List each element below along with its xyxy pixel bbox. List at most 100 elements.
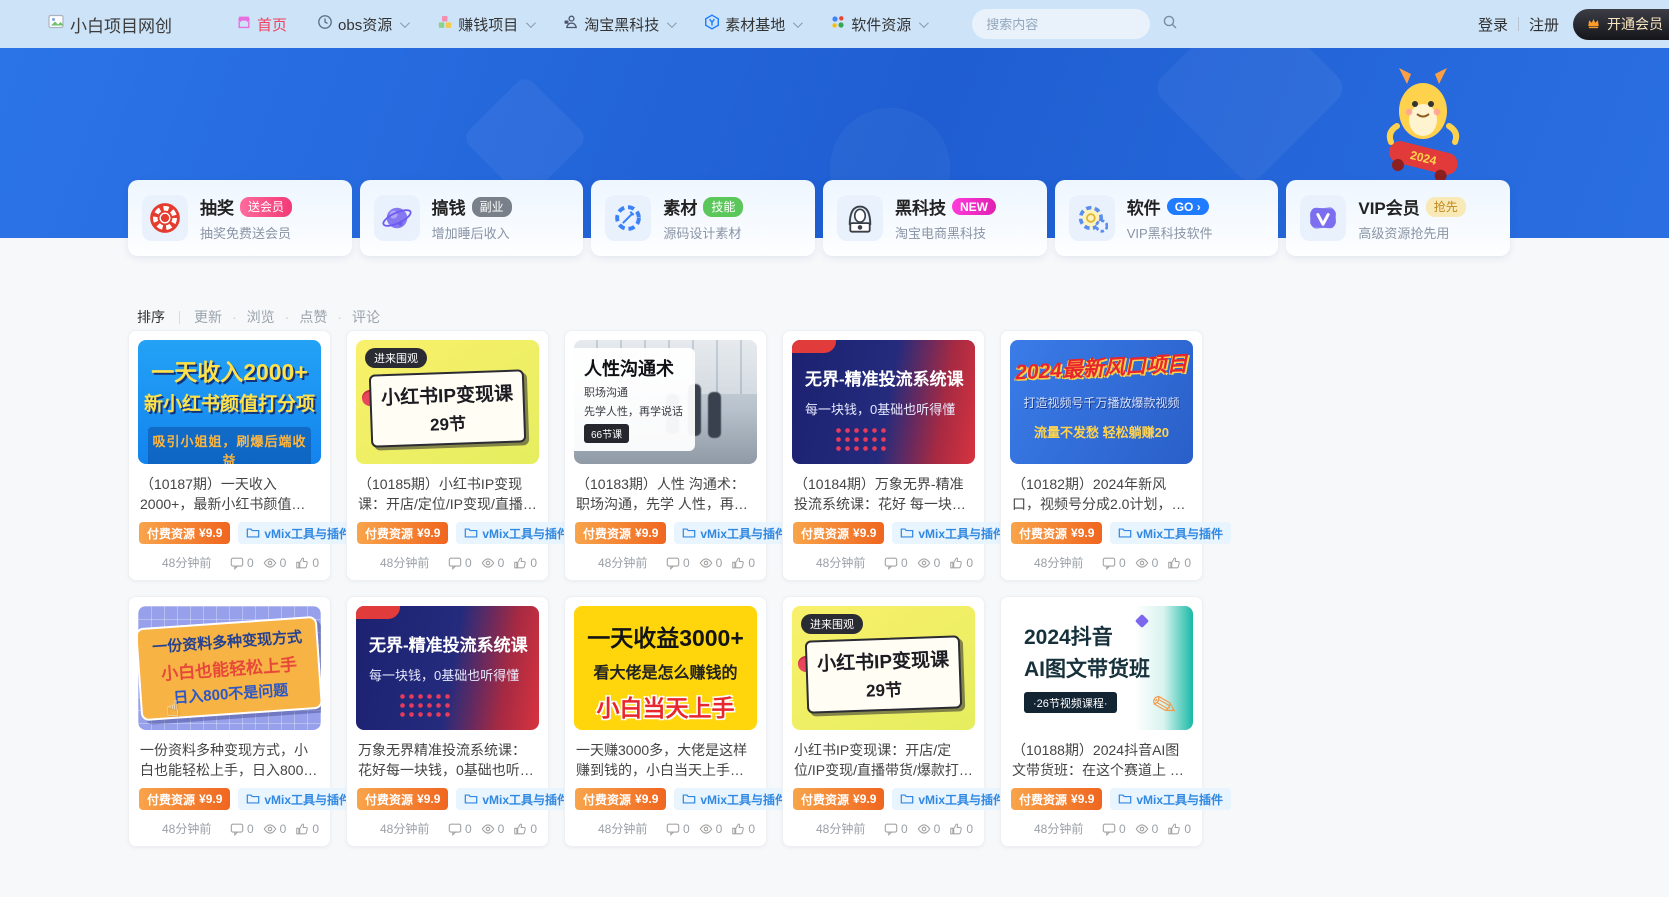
- project-title[interactable]: 小红书IP变现课：开店/定位/IP变现/直播带货/爆款打造/涨价…: [794, 740, 973, 780]
- dots-decoration: [834, 426, 890, 451]
- project-card[interactable]: 2024抖音 AI图文带货班 ·26节视频课程· ✎ （10188期）2024抖…: [1000, 596, 1203, 847]
- category-tag[interactable]: vMix工具与插件: [238, 788, 359, 810]
- category-tag[interactable]: vMix工具与插件: [1110, 788, 1231, 810]
- project-card[interactable]: 2024最新风口项目 打造视频号千万播放爆款视频 流量不发愁 轻松躺赚20 （1…: [1000, 330, 1203, 581]
- comment-count: 0: [884, 822, 908, 836]
- price-tag[interactable]: 付费资源¥9.9: [793, 788, 884, 810]
- sort-label: 排序: [137, 307, 165, 327]
- price-tag[interactable]: 付费资源¥9.9: [1011, 788, 1102, 810]
- category-tag[interactable]: vMix工具与插件: [456, 788, 577, 810]
- project-title[interactable]: （10184期）万象无界-精准投流系统课：花好 每一块钱，0…: [794, 474, 973, 514]
- nav-item-money-projects[interactable]: 赚钱项目: [437, 14, 533, 35]
- search-input[interactable]: [986, 17, 1162, 32]
- like-count[interactable]: 0: [949, 822, 973, 836]
- category-tag[interactable]: vMix工具与插件: [456, 522, 577, 544]
- project-card[interactable]: 无界-精准投流系统课 每一块钱，0基础也听得懂 （10184期）万象无界-精准投…: [782, 330, 985, 581]
- project-title[interactable]: （10185期）小红书IP变现课：开店/定位/IP变现/直播带货/…: [358, 474, 537, 514]
- nav-item-software[interactable]: 软件资源: [830, 14, 926, 35]
- project-title[interactable]: （10182期）2024年新风口，视频号分成2.0计划，多种玩…: [1012, 474, 1191, 514]
- price-tag[interactable]: 付费资源¥9.9: [139, 522, 230, 544]
- nav-item-home[interactable]: 首页: [236, 14, 287, 35]
- project-title[interactable]: （10188期）2024抖音AI图文带货班：在这个赛道上 乘风破…: [1012, 740, 1191, 780]
- storefront-icon: [236, 14, 252, 34]
- project-title[interactable]: 一天赚3000多，大佬是这样赚到钱的，小白当天上手，穷人…: [576, 740, 755, 780]
- search-icon[interactable]: [1162, 14, 1178, 35]
- category-tag[interactable]: vMix工具与插件: [238, 522, 359, 544]
- project-grid: 一天收入2000+ 新小红书颜值打分项 吸引小姐姐，刷爆后端收益 （10187期…: [128, 330, 1203, 847]
- eye-icon: [917, 556, 931, 570]
- project-thumbnail[interactable]: 一份资料多种变现方式 小白也能轻松上手 日入800不是问题 ☝: [138, 606, 321, 730]
- register-link[interactable]: 注册: [1529, 14, 1559, 35]
- price-tag[interactable]: 付费资源¥9.9: [357, 522, 448, 544]
- lottery-wheel-icon: [142, 195, 188, 241]
- project-card[interactable]: 一天收入2000+ 新小红书颜值打分项 吸引小姐姐，刷爆后端收益 （10187期…: [128, 330, 331, 581]
- feature-row: 抽奖送会员 抽奖免费送会员 搞钱副业 增加睡后收入 素材技能 源码设计素材 黑科…: [128, 180, 1510, 256]
- thumb-subline: 每一块钱，0基础也听得懂: [369, 665, 539, 684]
- feature-card-lottery[interactable]: 抽奖送会员 抽奖免费送会员: [128, 180, 352, 256]
- project-thumbnail[interactable]: 无界-精准投流系统课 每一块钱，0基础也听得懂: [792, 340, 975, 464]
- project-thumbnail[interactable]: 一天收入2000+ 新小红书颜值打分项 吸引小姐姐，刷爆后端收益: [138, 340, 321, 464]
- project-thumbnail[interactable]: 进来围观 小红书IP变现课 29节: [792, 606, 975, 730]
- price-tag[interactable]: 付费资源¥9.9: [357, 788, 448, 810]
- feature-card-material[interactable]: 素材技能 源码设计素材: [591, 180, 815, 256]
- price-tag[interactable]: 付费资源¥9.9: [575, 788, 666, 810]
- like-count[interactable]: 0: [949, 556, 973, 570]
- project-thumbnail[interactable]: 2024抖音 AI图文带货班 ·26节视频课程· ✎: [1010, 606, 1193, 730]
- like-count[interactable]: 0: [513, 822, 537, 836]
- search-box[interactable]: [972, 9, 1150, 39]
- like-count[interactable]: 0: [1167, 822, 1191, 836]
- project-title[interactable]: 一份资料多种变现方式，小白也能轻松上手，日入800不是问题: [140, 740, 319, 780]
- price-tag[interactable]: 付费资源¥9.9: [793, 522, 884, 544]
- project-thumbnail[interactable]: 2024最新风口项目 打造视频号千万播放爆款视频 流量不发愁 轻松躺赚20: [1010, 340, 1193, 464]
- feature-badge: 副业: [472, 197, 512, 217]
- category-tag[interactable]: vMix工具与插件: [892, 788, 1013, 810]
- category-tag[interactable]: vMix工具与插件: [892, 522, 1013, 544]
- project-title[interactable]: 万象无界精准投流系统课：花好每一块钱，0基础也听得懂（…: [358, 740, 537, 780]
- comment-count: 0: [230, 822, 254, 836]
- project-thumbnail[interactable]: 进来围观 小红书IP变现课 29节: [356, 340, 539, 464]
- project-card[interactable]: 人性沟通术 职场沟通 先学人性，再学说话 66节课 （10183期）人性 沟通术…: [564, 330, 767, 581]
- price-tag[interactable]: 付费资源¥9.9: [1011, 522, 1102, 544]
- nav-item-taobao-tech[interactable]: 淘宝黑科技: [563, 14, 674, 35]
- folder-icon: [682, 792, 696, 806]
- project-card[interactable]: 无界-精准投流系统课 每一块钱，0基础也听得懂 万象无界精准投流系统课：花好每一…: [346, 596, 549, 847]
- like-count[interactable]: 0: [295, 556, 319, 570]
- category-tag[interactable]: vMix工具与插件: [674, 522, 795, 544]
- project-thumbnail[interactable]: 人性沟通术 职场沟通 先学人性，再学说话 66节课: [574, 340, 757, 464]
- view-count: 0: [917, 822, 941, 836]
- like-count[interactable]: 0: [295, 822, 319, 836]
- project-thumbnail[interactable]: 无界-精准投流系统课 每一块钱，0基础也听得懂: [356, 606, 539, 730]
- sort-option-views[interactable]: 浏览: [232, 307, 275, 327]
- sort-option-comments[interactable]: 评论: [337, 307, 380, 327]
- project-card[interactable]: 一天收益3000+ 看大佬是怎么赚钱的 小白当天上手 一天赚3000多，大佬是这…: [564, 596, 767, 847]
- sort-option-likes[interactable]: 点赞: [285, 307, 328, 327]
- category-tag[interactable]: vMix工具与插件: [674, 788, 795, 810]
- price-tag[interactable]: 付费资源¥9.9: [139, 788, 230, 810]
- site-logo[interactable]: 小白项目网创: [48, 12, 172, 37]
- nav-item-obs[interactable]: obs资源: [317, 14, 407, 35]
- chevron-down-icon: [919, 18, 929, 28]
- project-thumbnail[interactable]: 一天收益3000+ 看大佬是怎么赚钱的 小白当天上手: [574, 606, 757, 730]
- feature-card-software[interactable]: 软件GO › VIP黑科技软件: [1055, 180, 1279, 256]
- like-count[interactable]: 0: [513, 556, 537, 570]
- feature-card-money[interactable]: 搞钱副业 增加睡后收入: [360, 180, 584, 256]
- folder-icon: [464, 526, 478, 540]
- project-title[interactable]: （10187期）一天收入2000+，最新小红书颜值打分项目，吸…: [140, 474, 319, 514]
- price-tag[interactable]: 付费资源¥9.9: [575, 522, 666, 544]
- project-card[interactable]: 进来围观 小红书IP变现课 29节 小红书IP变现课：开店/定位/IP变现/直播…: [782, 596, 985, 847]
- feature-card-blacktech[interactable]: 黑科技NEW 淘宝电商黑科技: [823, 180, 1047, 256]
- project-card[interactable]: 进来围观 小红书IP变现课 29节 （10185期）小红书IP变现课：开店/定位…: [346, 330, 549, 581]
- like-count[interactable]: 0: [1167, 556, 1191, 570]
- like-count[interactable]: 0: [731, 822, 755, 836]
- project-card[interactable]: 一份资料多种变现方式 小白也能轻松上手 日入800不是问题 ☝ 一份资料多种变现…: [128, 596, 331, 847]
- category-tag[interactable]: vMix工具与插件: [1110, 522, 1231, 544]
- person-lock-icon: [563, 14, 579, 34]
- open-vip-button[interactable]: 开通会员: [1573, 9, 1669, 40]
- login-link[interactable]: 登录: [1478, 14, 1508, 35]
- project-title[interactable]: （10183期）人性 沟通术：职场沟通，先学 人性，再学说…: [576, 474, 755, 514]
- like-count[interactable]: 0: [731, 556, 755, 570]
- sort-option-updated[interactable]: 更新: [194, 307, 222, 327]
- comment-icon: [1102, 822, 1116, 836]
- feature-card-vip[interactable]: VIP会员抢先 高级资源抢先用: [1286, 180, 1510, 256]
- nav-item-material-base[interactable]: 素材基地: [704, 14, 800, 35]
